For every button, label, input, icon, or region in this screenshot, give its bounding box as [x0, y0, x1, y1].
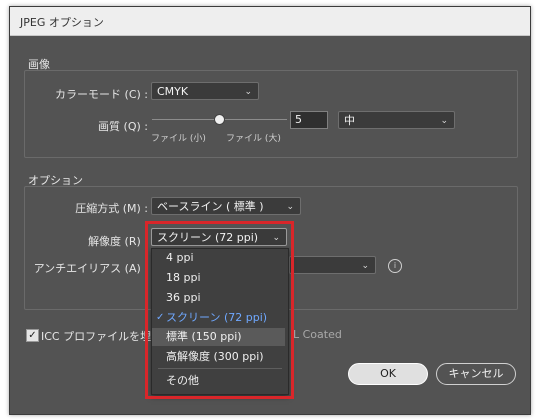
color-mode-value: CMYK: [157, 85, 189, 98]
icc-checkbox[interactable]: ✓: [26, 329, 39, 342]
antialias-label: アンチエイリアス (A) :: [33, 262, 148, 275]
chevron-down-icon: ⌄: [361, 261, 369, 271]
highlight-annotation-box: [145, 221, 294, 399]
color-mode-select[interactable]: CMYK ⌄: [151, 82, 259, 100]
title-bar: JPEG オプション: [10, 7, 530, 36]
ok-button[interactable]: OK: [348, 363, 428, 385]
cancel-button[interactable]: キャンセル: [436, 363, 516, 385]
quality-number-field[interactable]: 5: [290, 111, 328, 129]
quality-label: 画質 (Q) :: [98, 120, 148, 133]
compression-select[interactable]: ベースライン ( 標準 ) ⌄: [151, 197, 301, 215]
icc-label: ICC プロファイルを埋: [41, 330, 152, 343]
resolution-label: 解像度 (R) :: [88, 235, 148, 248]
quality-slider-thumb[interactable]: [214, 114, 225, 125]
slider-max-label: ファイル (大): [226, 134, 281, 144]
info-icon[interactable]: i: [388, 259, 402, 273]
compression-value: ベースライン ( 標準 ): [157, 200, 264, 213]
color-mode-label: カラーモード (C) :: [55, 88, 148, 101]
quality-level-value: 中: [344, 114, 355, 127]
dialog-title: JPEG オプション: [20, 16, 104, 29]
jpeg-options-dialog: JPEG オプション 画像 カラーモード (C) : CMYK ⌄ 画質 (Q)…: [9, 6, 531, 415]
chevron-down-icon: ⌄: [440, 116, 448, 126]
antialias-select[interactable]: ⌄: [289, 256, 376, 274]
chevron-down-icon: ⌄: [286, 202, 294, 212]
chevron-down-icon: ⌄: [244, 87, 252, 97]
slider-min-label: ファイル (小): [151, 134, 206, 144]
compression-label: 圧縮方式 (M) :: [75, 202, 148, 215]
quality-level-select[interactable]: 中 ⌄: [338, 111, 455, 129]
icc-profile-name: L Coated: [293, 328, 342, 341]
